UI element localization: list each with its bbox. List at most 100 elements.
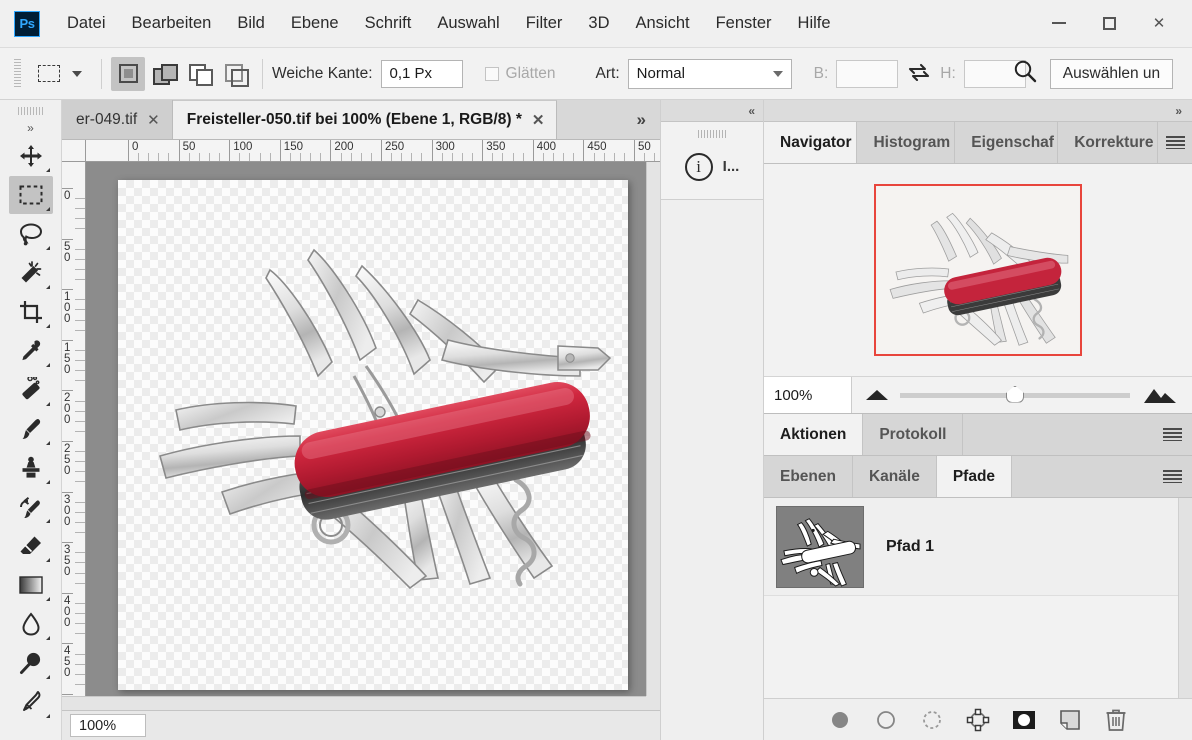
style-select[interactable]: Normal: [628, 59, 792, 89]
close-icon[interactable]: ✕: [147, 111, 160, 129]
navigator-thumbnail[interactable]: [874, 184, 1082, 356]
path-thumbnail[interactable]: [776, 506, 864, 588]
intersect-selection-button[interactable]: [219, 57, 253, 91]
tab-aktionen[interactable]: Aktionen: [764, 414, 863, 455]
gradient-tool[interactable]: [9, 566, 53, 604]
menu-auswahl[interactable]: Auswahl: [424, 8, 512, 39]
clone-stamp-tool[interactable]: [9, 449, 53, 487]
tab-histogramm[interactable]: Histogram: [857, 122, 955, 163]
menu-ansicht[interactable]: Ansicht: [622, 8, 702, 39]
document-tab-049[interactable]: er-049.tif ✕: [62, 100, 173, 139]
ruler-minor-tick-v: [75, 370, 86, 373]
swap-arrows-icon[interactable]: [908, 63, 930, 85]
vertical-scrollbar[interactable]: [646, 162, 660, 696]
make-work-path-button[interactable]: [966, 708, 990, 732]
maximize-button[interactable]: [1084, 4, 1134, 42]
chevron-down-icon[interactable]: [72, 71, 82, 77]
magic-wand-tool[interactable]: [9, 254, 53, 292]
antialias-checkbox[interactable]: [485, 67, 499, 81]
load-path-as-selection-button[interactable]: [920, 708, 944, 732]
lasso-tool[interactable]: [9, 215, 53, 253]
paths-panel-menu-button[interactable]: [1152, 456, 1192, 497]
tab-navigator[interactable]: Navigator: [764, 122, 857, 163]
menu-ebene[interactable]: Ebene: [278, 8, 352, 39]
menu-bild[interactable]: Bild: [224, 8, 278, 39]
new-path-button[interactable]: [1058, 708, 1082, 732]
blur-tool[interactable]: [9, 605, 53, 643]
info-panel-collapsed[interactable]: i I...: [661, 122, 763, 200]
eraser-tool[interactable]: [9, 527, 53, 565]
tools-panel-grip[interactable]: [18, 107, 44, 115]
feather-input[interactable]: 0,1 Px: [381, 60, 463, 88]
tools-panel-expand-icon[interactable]: »: [27, 121, 34, 135]
actions-panel-menu-button[interactable]: [1152, 414, 1192, 455]
tab-eigenschaften[interactable]: Eigenschaf: [955, 122, 1058, 163]
options-bar-grip[interactable]: [14, 59, 21, 89]
horizontal-ruler[interactable]: 05010015020025030035040045050: [86, 140, 660, 162]
brush-tool[interactable]: [9, 410, 53, 448]
menu-fenster[interactable]: Fenster: [703, 8, 785, 39]
menu-schrift[interactable]: Schrift: [352, 8, 425, 39]
zoom-slider-knob[interactable]: [1006, 386, 1024, 403]
tab-korrekturen[interactable]: Korrekture: [1058, 122, 1158, 163]
add-mask-button[interactable]: [1012, 708, 1036, 732]
menu-3d[interactable]: 3D: [575, 8, 622, 39]
document-area: er-049.tif ✕ Freisteller-050.tif bei 100…: [62, 100, 660, 740]
status-zoom-field[interactable]: 100%: [70, 714, 146, 737]
navigator-panel-menu-button[interactable]: [1158, 122, 1192, 163]
ruler-minor-tick-h: [290, 153, 294, 161]
ruler-minor-tick-v: [75, 481, 86, 484]
crop-tool[interactable]: [9, 293, 53, 331]
add-to-selection-button[interactable]: [147, 57, 181, 91]
menu-datei[interactable]: Datei: [54, 8, 119, 39]
move-tool[interactable]: [9, 137, 53, 175]
menu-bearbeiten[interactable]: Bearbeiten: [119, 8, 225, 39]
tool-preset-picker[interactable]: [31, 56, 67, 92]
menu-filter[interactable]: Filter: [513, 8, 576, 39]
dodge-tool[interactable]: [9, 644, 53, 682]
tab-protokoll[interactable]: Protokoll: [863, 414, 963, 455]
zoom-out-icon[interactable]: [866, 390, 888, 400]
vertical-ruler[interactable]: 0501001502002503003504004505: [62, 162, 86, 696]
horizontal-scrollbar[interactable]: [62, 696, 646, 710]
delete-path-button[interactable]: [1104, 708, 1128, 732]
zoom-slider-track[interactable]: [900, 393, 1130, 398]
pen-tool[interactable]: [9, 683, 53, 721]
tab-ebenen[interactable]: Ebenen: [764, 456, 853, 497]
close-button[interactable]: ✕: [1134, 4, 1184, 42]
rectangular-marquee-tool[interactable]: [9, 176, 53, 214]
path-list-item[interactable]: Pfad 1: [764, 498, 1192, 596]
panel-grip[interactable]: [698, 130, 726, 138]
search-icon[interactable]: [1012, 58, 1038, 89]
ruler-minor-tick-v: [75, 583, 86, 586]
ruler-minor-tick-h: [249, 153, 253, 161]
expand-panels-icon[interactable]: »: [764, 100, 1192, 122]
healing-brush-tool[interactable]: [9, 371, 53, 409]
refine-selection-button[interactable]: Auswählen un: [1050, 59, 1173, 89]
document-window[interactable]: [118, 180, 628, 690]
tab-kanaele[interactable]: Kanäle: [853, 456, 937, 497]
eyedropper-tool[interactable]: [9, 332, 53, 370]
document-tab-050[interactable]: Freisteller-050.tif bei 100% (Ebene 1, R…: [173, 100, 558, 139]
close-icon[interactable]: ✕: [532, 111, 545, 129]
menu-hilfe[interactable]: Hilfe: [785, 8, 844, 39]
tab-pfade[interactable]: Pfade: [937, 456, 1012, 497]
chevron-down-icon: [773, 71, 783, 77]
new-selection-button[interactable]: [111, 57, 145, 91]
stroke-path-button[interactable]: [874, 708, 898, 732]
ruler-minor-tick-h: [138, 153, 142, 161]
subtract-from-selection-button[interactable]: [183, 57, 217, 91]
navigator-zoom-input[interactable]: 100%: [764, 377, 852, 413]
zoom-in-icon[interactable]: [1142, 386, 1178, 404]
history-brush-tool[interactable]: [9, 488, 53, 526]
fill-path-button[interactable]: [828, 708, 852, 732]
tab-overflow-icon[interactable]: »: [623, 100, 660, 139]
ruler-corner[interactable]: [62, 140, 86, 162]
collapse-panels-icon[interactable]: «: [661, 100, 763, 122]
minimize-button[interactable]: [1034, 4, 1084, 42]
paths-scrollbar[interactable]: [1178, 498, 1192, 698]
ruler-minor-tick-v: [75, 532, 86, 535]
navigator-preview-area[interactable]: [764, 164, 1192, 376]
width-input[interactable]: [836, 60, 898, 88]
canvas-viewport[interactable]: [86, 162, 646, 696]
